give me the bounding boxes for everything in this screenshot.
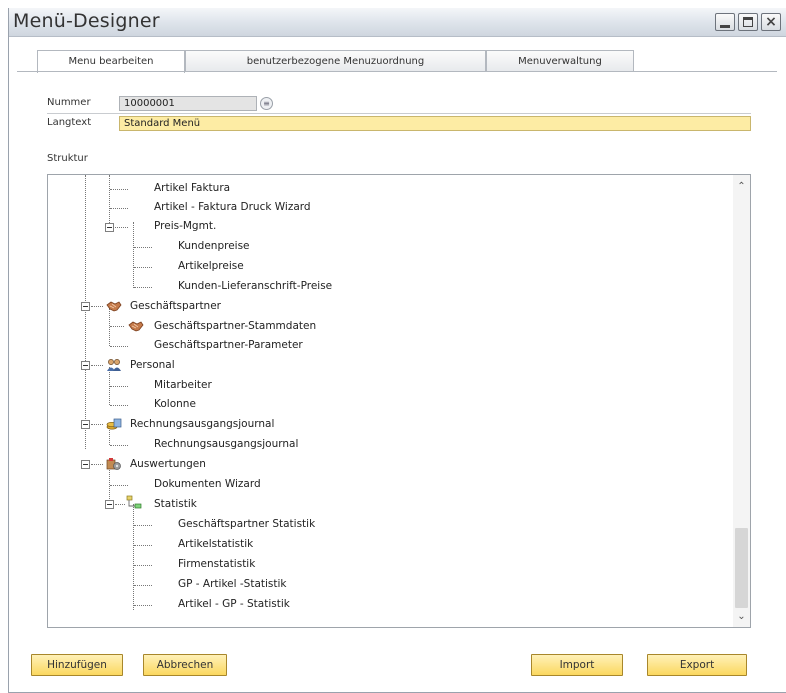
- tree-item[interactable]: Geschäftspartner-Stammdaten: [154, 320, 316, 332]
- langtext-label: Langtext: [47, 117, 92, 128]
- reports-icon: [106, 458, 121, 470]
- handshake-icon: [106, 301, 122, 312]
- tree-branch: [110, 445, 128, 446]
- tree-branch: [110, 485, 128, 486]
- title-bar[interactable]: Menü-Designer ×: [9, 8, 786, 37]
- tree-item[interactable]: Mitarbeiter: [154, 379, 212, 391]
- tree-item[interactable]: Artikelpreise: [178, 260, 244, 272]
- tree-item[interactable]: Kolonne: [154, 398, 196, 410]
- tree-branch: [134, 605, 152, 606]
- row-divider: [47, 113, 751, 114]
- handshake-icon: [128, 321, 144, 332]
- tree-item[interactable]: Rechnungsausgangsjournal: [130, 418, 274, 430]
- tree-item[interactable]: Auswertungen: [130, 458, 206, 470]
- tree-item[interactable]: Dokumenten Wizard: [154, 478, 261, 490]
- menu-designer-window: Menü-Designer × Menu bearbeiten benutzer…: [8, 8, 786, 693]
- tree-branch: [91, 306, 103, 307]
- import-button[interactable]: Import: [531, 654, 623, 676]
- link-arrow-icon[interactable]: ≡: [260, 97, 273, 110]
- tree-branch: [134, 247, 152, 248]
- people-icon: [107, 359, 121, 371]
- collapse-icon[interactable]: [105, 223, 114, 232]
- window-title: Menü-Designer: [13, 10, 160, 32]
- tree-branch: [134, 585, 152, 586]
- tree-guide-line: [133, 504, 134, 610]
- tree-item[interactable]: Rechnungsausgangsjournal: [154, 438, 298, 450]
- collapse-icon[interactable]: [81, 460, 90, 469]
- collapse-icon[interactable]: [105, 500, 114, 509]
- tree-item[interactable]: Artikelstatistik: [178, 538, 253, 550]
- tree-branch: [110, 326, 124, 327]
- minimize-icon: [720, 25, 730, 28]
- tree-item[interactable]: Geschäftspartner Statistik: [178, 518, 315, 530]
- collapse-icon[interactable]: [81, 361, 90, 370]
- tree-item[interactable]: Artikel - Faktura Druck Wizard: [154, 201, 311, 213]
- menu-structure-tree[interactable]: Artikel Faktura Artikel - Faktura Druck …: [47, 174, 751, 628]
- coins-icon: [106, 418, 122, 430]
- langtext-field[interactable]: Standard Menü: [119, 116, 751, 131]
- tree-guide-line: [109, 175, 110, 227]
- tree-branch: [115, 227, 128, 228]
- tree-item[interactable]: Kundenpreise: [178, 240, 250, 252]
- tree-guide-line: [109, 308, 110, 346]
- tree-branch: [110, 208, 128, 209]
- tree-item[interactable]: Geschäftspartner: [130, 300, 221, 312]
- hinzufuegen-button[interactable]: Hinzufügen: [31, 654, 123, 676]
- tree-branch: [115, 504, 125, 505]
- scrollbar-thumb[interactable]: [735, 528, 748, 608]
- maximize-button[interactable]: [738, 13, 758, 31]
- tab-menuverwaltung[interactable]: Menuverwaltung: [486, 50, 634, 72]
- tree-item[interactable]: Artikel - GP - Statistik: [178, 598, 290, 610]
- collapse-icon[interactable]: [81, 302, 90, 311]
- close-icon: ×: [765, 14, 777, 30]
- tab-menu-bearbeiten[interactable]: Menu bearbeiten: [37, 50, 185, 73]
- scroll-down-icon[interactable]: ⌄: [733, 609, 750, 625]
- tree-branch: [91, 464, 103, 465]
- close-button[interactable]: ×: [761, 13, 781, 31]
- nummer-field[interactable]: 10000001: [119, 96, 257, 111]
- tree-branch: [134, 287, 152, 288]
- tree-branch: [134, 565, 152, 566]
- tree-branch: [91, 365, 103, 366]
- tree-branch: [134, 545, 152, 546]
- export-button[interactable]: Export: [647, 654, 747, 676]
- folder-tree-icon: [126, 495, 142, 509]
- tree-branch: [134, 525, 152, 526]
- tree-branch: [110, 346, 128, 347]
- tree-item[interactable]: Kunden-Lieferanschrift-Preise: [178, 280, 332, 292]
- tree-item[interactable]: Preis-Mgmt.: [154, 220, 216, 232]
- tree-branch: [110, 386, 128, 387]
- tree-item[interactable]: Personal: [130, 359, 175, 371]
- tab-benutzerbezogene-menuzuordnung[interactable]: benutzerbezogene Menuzuordnung: [185, 50, 486, 72]
- tree-item[interactable]: Artikel Faktura: [154, 182, 230, 194]
- tree-item[interactable]: Geschäftspartner-Parameter: [154, 339, 303, 351]
- tree-item[interactable]: Firmenstatistik: [178, 558, 255, 570]
- tab-divider: [17, 71, 777, 72]
- collapse-icon[interactable]: [81, 420, 90, 429]
- tree-branch: [134, 267, 152, 268]
- minimize-button[interactable]: [715, 13, 735, 31]
- tree-branch: [110, 189, 128, 190]
- struktur-label: Struktur: [47, 153, 88, 164]
- tree-scrollbar[interactable]: ⌃ ⌄: [733, 175, 750, 627]
- scroll-up-icon[interactable]: ⌃: [733, 179, 750, 195]
- maximize-icon: [743, 17, 753, 27]
- tree-item[interactable]: Statistik: [154, 498, 197, 510]
- tree-item[interactable]: GP - Artikel -Statistik: [178, 578, 287, 590]
- nummer-label: Nummer: [47, 97, 91, 108]
- tree-guide-line: [85, 175, 86, 449]
- tree-branch: [110, 405, 128, 406]
- tree-guide-line: [133, 222, 134, 288]
- tree-branch: [91, 424, 103, 425]
- abbrechen-button[interactable]: Abbrechen: [143, 654, 227, 676]
